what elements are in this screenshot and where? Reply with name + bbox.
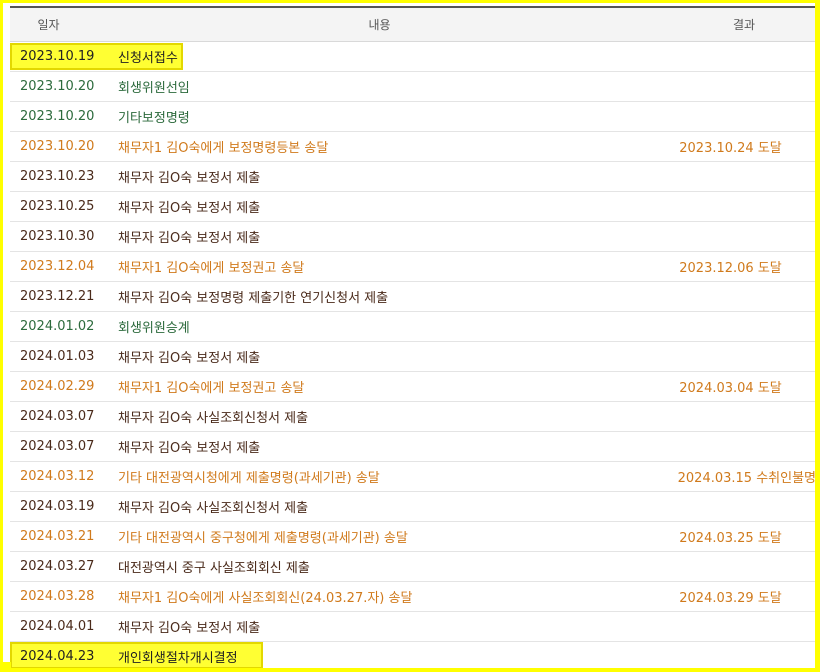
table-row: 2023.10.20 채무자1 김O숙에게 보정명령등본 송달 2023.10.24…	[10, 132, 815, 162]
row-date: 2024.03.27	[20, 559, 95, 574]
header-content: 내용	[368, 18, 391, 32]
row-date: 2024.03.21	[20, 529, 95, 544]
row-date: 2023.10.19	[20, 49, 95, 64]
table-row: 2024.03.28 채무자1 김O숙에게 사실조회회신(24.03.27.자) …	[10, 582, 815, 612]
table-row: 2024.01.02 회생위원승계	[10, 312, 815, 342]
row-result: 2024.03.25 도달	[679, 531, 782, 546]
header-result: 결과	[732, 18, 756, 32]
row-date: 2024.03.07	[20, 439, 95, 454]
row-date: 2024.01.03	[20, 349, 95, 364]
row-result: 2024.03.29 도달	[679, 591, 782, 606]
row-content: 회생위원선임	[118, 81, 190, 96]
table-row: 2023.10.25 채무자 김O숙 보정서 제출	[10, 192, 815, 222]
table-header: 일자 내용 결과	[10, 6, 815, 42]
row-date: 2024.03.07	[20, 409, 95, 424]
row-date: 2023.12.21	[20, 289, 95, 304]
row-content: 대전광역시 중구 사실조회회신 제출	[118, 561, 310, 576]
header-date: 일자	[37, 18, 60, 32]
row-content: 채무자 김O숙 보정서 제출	[118, 201, 261, 216]
row-content: 채무자 김O숙 보정서 제출	[118, 351, 261, 366]
row-content: 채무자 김O숙 보정서 제출	[118, 621, 261, 636]
row-content: 개인회생절차개시결정	[118, 651, 238, 666]
row-date: 2024.03.12	[20, 469, 95, 484]
row-content: 채무자 김O숙 사실조회신청서 제출	[118, 501, 309, 516]
row-content: 채무자1 김O숙에게 보정명령등본 송달	[118, 141, 329, 156]
row-date: 2023.10.20	[20, 139, 95, 154]
row-date: 2023.12.04	[20, 259, 95, 274]
row-date: 2023.10.25	[20, 199, 95, 214]
row-content: 기타 대전광역시청에게 제출명령(과세기관) 송달	[118, 471, 380, 486]
row-content: 기타보정명령	[118, 111, 190, 126]
table-row: 2024.03.07 채무자 김O숙 사실조회신청서 제출	[10, 402, 815, 432]
table-row: 2024.03.12 기타 대전광역시청에게 제출명령(과세기관) 송달 2024.…	[10, 462, 815, 492]
row-content: 채무자1 김O숙에게 보정권고 송달	[118, 261, 305, 276]
row-content: 기타 대전광역시 중구청에게 제출명령(과세기관) 송달	[118, 531, 408, 546]
table-row: 2023.10.20 기타보정명령	[10, 102, 815, 132]
row-date: 2023.10.20	[20, 109, 95, 124]
row-content: 회생위원승계	[118, 321, 190, 336]
table-row: 2023.10.23 채무자 김O숙 보정서 제출	[10, 162, 815, 192]
table-row: 2023.10.20 회생위원선임	[10, 72, 815, 102]
row-content: 채무자1 김O숙에게 사실조회회신(24.03.27.자) 송달	[118, 591, 413, 606]
table-row: 2024.03.19 채무자 김O숙 사실조회신청서 제출	[10, 492, 815, 522]
table-row: 2024.03.21 기타 대전광역시 중구청에게 제출명령(과세기관) 송달 20…	[10, 522, 815, 552]
row-date: 2023.10.23	[20, 169, 95, 184]
row-date: 2024.04.23	[20, 649, 95, 664]
row-content: 신청서접수	[118, 51, 178, 66]
table-row: 2023.10.30 채무자 김O숙 보정서 제출	[10, 222, 815, 252]
row-date: 2024.03.19	[20, 499, 95, 514]
row-content: 채무자 김O숙 보정서 제출	[118, 441, 261, 456]
row-date: 2024.02.29	[20, 379, 95, 394]
highlight-frame: 일자 내용 결과 2023.10.19 신청서접수 2023.10.20 회생위원선임…	[3, 3, 815, 668]
table-row: 2024.04.01 채무자 김O숙 보정서 제출	[10, 612, 815, 642]
row-date: 2023.10.20	[20, 79, 95, 94]
row-result: 2024.03.15 수취인불명	[677, 471, 815, 486]
table-row: 2023.12.21 채무자 김O숙 보정명령 제출기한 연기신청서 제출	[10, 282, 815, 312]
row-content: 채무자 김O숙 보정명령 제출기한 연기신청서 제출	[118, 291, 389, 306]
row-date: 2024.04.01	[20, 619, 95, 634]
row-content: 채무자 김O숙 보정서 제출	[118, 231, 261, 246]
table-row: 2024.03.07 채무자 김O숙 보정서 제출	[10, 432, 815, 462]
table-row: 2023.12.04 채무자1 김O숙에게 보정권고 송달 2023.12.06 도…	[10, 252, 815, 282]
row-result: 2023.10.24 도달	[679, 141, 782, 156]
row-date: 2024.01.02	[20, 319, 95, 334]
row-result: 2024.03.04 도달	[679, 381, 782, 396]
row-content: 채무자1 김O숙에게 보정권고 송달	[118, 381, 305, 396]
table-row: 2024.04.23 개인회생절차개시결정	[10, 642, 815, 668]
table-row: 2024.01.03 채무자 김O숙 보정서 제출	[10, 342, 815, 372]
row-content: 채무자 김O숙 사실조회신청서 제출	[118, 411, 309, 426]
table-body: 2023.10.19 신청서접수 2023.10.20 회생위원선임 2023.10.2…	[10, 42, 815, 668]
table-row: 2024.02.29 채무자1 김O숙에게 보정권고 송달 2024.03.04 도…	[10, 372, 815, 402]
table-row: 2023.10.19 신청서접수	[10, 42, 815, 72]
row-content: 채무자 김O숙 보정서 제출	[118, 171, 261, 186]
row-date: 2024.03.28	[20, 589, 95, 604]
table-row: 2024.03.27 대전광역시 중구 사실조회회신 제출	[10, 552, 815, 582]
row-date: 2023.10.30	[20, 229, 95, 244]
case-progress-table: 일자 내용 결과 2023.10.19 신청서접수 2023.10.20 회생위원선임…	[10, 6, 815, 668]
row-result: 2023.12.06 도달	[679, 261, 782, 276]
